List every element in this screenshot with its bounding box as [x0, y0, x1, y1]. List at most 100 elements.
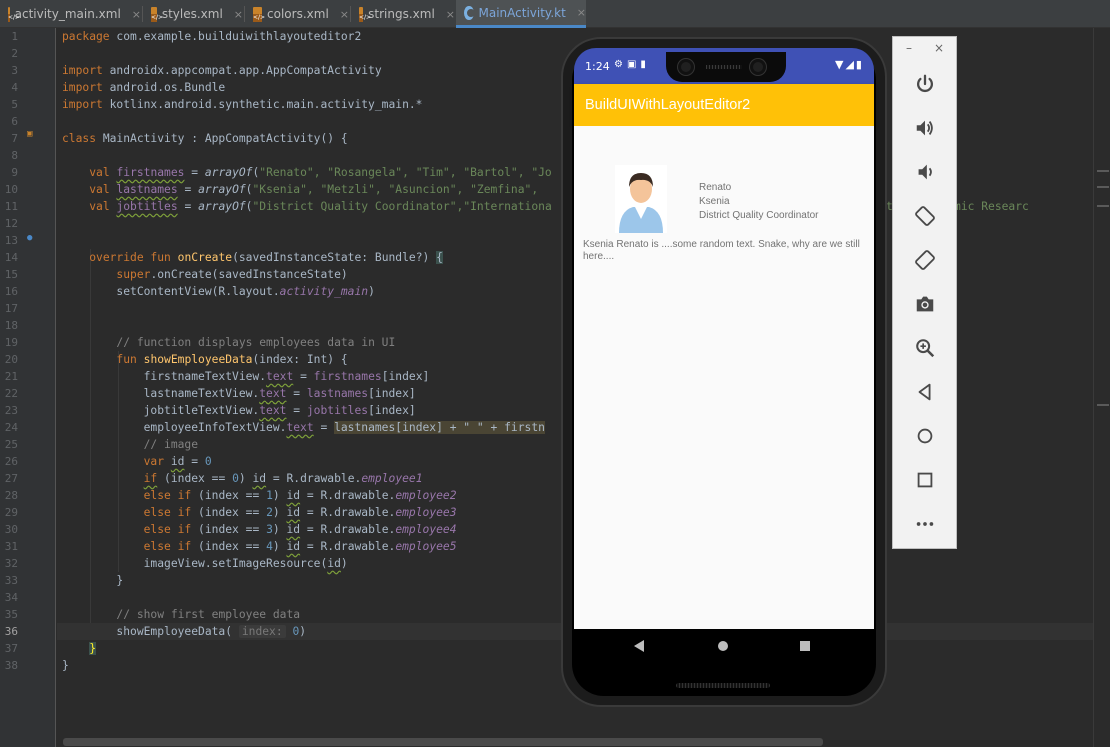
line-number: 28 [4, 489, 18, 502]
tab-label: MainActivity.kt [478, 5, 566, 20]
code-line-29: else if (index == 3) id = R.drawable.emp… [143, 523, 457, 536]
zoom-icon[interactable] [912, 335, 938, 361]
line-number: 35 [4, 608, 18, 621]
code-line-9: val firstnames = arrayOf("Renato", "Rosa… [89, 166, 552, 179]
emulator-control-panel: – × [892, 36, 957, 549]
minimize-icon[interactable]: – [906, 41, 912, 55]
close-tab-icon[interactable]: × [577, 6, 586, 19]
nav-back-icon[interactable] [634, 640, 644, 652]
nav-home-icon[interactable] [718, 641, 728, 651]
line-number: 29 [4, 506, 18, 519]
line-number: 30 [4, 523, 18, 536]
power-icon[interactable] [912, 71, 938, 97]
line-number: 5 [11, 98, 18, 111]
rotate-right-icon[interactable] [912, 247, 938, 273]
code-line-35: showEmployeeData( index: 0) [62, 625, 307, 638]
code-line-26: if (index == 0) id = R.drawable.employee… [143, 472, 423, 485]
app-action-bar: BuildUIWithLayoutEditor2 [574, 84, 874, 126]
close-tab-icon[interactable]: × [132, 8, 141, 21]
horizontal-scrollbar[interactable] [63, 738, 823, 746]
volume-up-icon[interactable] [912, 115, 938, 141]
xml-file-icon [8, 6, 10, 22]
code-line-10: val lastnames = arrayOf("Ksenia", "Metzl… [89, 183, 545, 196]
code-line-34: // show first employee data [116, 608, 301, 621]
firstname-text: Renato [699, 182, 732, 193]
error-stripe[interactable] [1093, 28, 1110, 747]
app-title: BuildUIWithLayoutEditor2 [585, 97, 751, 113]
line-number: 16 [4, 285, 18, 298]
code-line-27: else if (index == 1) id = R.drawable.emp… [143, 489, 457, 502]
line-number: 31 [4, 540, 18, 553]
editor-tab-bar: activity_main.xml × styles.xml × colors.… [0, 0, 1110, 28]
line-number: 7 [11, 132, 18, 145]
code-line-37: } [62, 659, 69, 672]
nav-recents-icon[interactable] [800, 641, 810, 651]
code-line-36: } [89, 642, 97, 655]
line-number: 10 [4, 183, 18, 196]
code-line-22: jobtitleTextView.text = jobtitles[index] [62, 404, 416, 417]
error-stripe-mark[interactable] [1097, 205, 1109, 207]
back-icon[interactable] [912, 379, 938, 405]
tab-activity-main-xml[interactable]: activity_main.xml × [0, 0, 141, 28]
more-icon[interactable] [912, 511, 938, 537]
jobtitle-text: District Quality Coordinator [699, 210, 819, 221]
line-number: 13 [4, 234, 18, 247]
device-notch [666, 52, 786, 82]
code-line-5: import kotlinx.android.synthetic.main.ac… [62, 98, 423, 111]
line-number: 3 [11, 64, 18, 77]
code-line-21: lastnameTextView.text = lastnames[index] [62, 387, 416, 400]
xml-file-icon [359, 6, 364, 22]
code-line-23: employeeInfoTextView.text = lastnames[in… [62, 421, 545, 434]
code-line-19: fun showEmployeeData(index: Int) { [116, 353, 348, 366]
close-tab-icon[interactable]: × [446, 8, 455, 21]
code-line-20: firstnameTextView.text = firstnames[inde… [62, 370, 430, 383]
line-number: 20 [4, 353, 18, 366]
code-line-1: package com.example.builduiwithlayoutedi… [62, 30, 362, 43]
tab-mainactivity-kt[interactable]: MainActivity.kt × [456, 0, 586, 28]
close-icon[interactable]: × [934, 41, 944, 55]
status-signal-battery-icons: ▼◢▮ [835, 58, 864, 71]
line-number-gutter[interactable]: 1 2 3 4 5 6 7 8 9 10 11 12 13 14 15 16 1… [0, 28, 56, 747]
tab-colors-xml[interactable]: colors.xml × [245, 0, 349, 28]
front-camera-icon [750, 59, 766, 75]
line-number: 32 [4, 557, 18, 570]
code-line-15: setContentView(R.layout.activity_main) [62, 285, 375, 298]
code-line-14: super.onCreate(savedInstanceState) [116, 268, 348, 281]
line-number: 24 [4, 421, 18, 434]
rotate-left-icon[interactable] [912, 203, 938, 229]
line-number: 37 [4, 642, 18, 655]
code-line-28: else if (index == 2) id = R.drawable.emp… [143, 506, 457, 519]
error-stripe-mark[interactable] [1097, 170, 1109, 172]
code-line-13: override fun onCreate(savedInstanceState… [89, 251, 443, 264]
line-number: 17 [4, 302, 18, 315]
code-line-25: var id = 0 [143, 455, 212, 468]
line-number-current: 36 [4, 625, 18, 638]
tab-label: strings.xml [368, 7, 435, 21]
camera-icon[interactable] [912, 291, 938, 317]
class-run-icon[interactable]: ▣ [27, 128, 32, 140]
kotlin-file-icon [464, 5, 475, 20]
overview-icon[interactable] [912, 467, 938, 493]
volume-down-icon[interactable] [912, 159, 938, 185]
code-line-32: } [62, 574, 124, 587]
override-method-icon[interactable]: ● [27, 232, 32, 244]
tab-styles-xml[interactable]: styles.xml × [143, 0, 243, 28]
line-number: 25 [4, 438, 18, 451]
line-number: 38 [4, 659, 18, 672]
status-time: 1:24 [585, 60, 610, 73]
close-tab-icon[interactable]: × [234, 8, 243, 21]
close-tab-icon[interactable]: × [340, 8, 349, 21]
line-number: 34 [4, 591, 18, 604]
home-icon[interactable] [912, 423, 938, 449]
error-stripe-mark[interactable] [1097, 404, 1109, 406]
tab-strings-xml[interactable]: strings.xml × [351, 0, 455, 28]
error-stripe-mark[interactable] [1097, 186, 1109, 188]
line-number: 8 [11, 149, 18, 162]
code-line-4: import android.os.Bundle [62, 81, 226, 94]
line-number: 4 [11, 81, 18, 94]
line-number: 15 [4, 268, 18, 281]
earpiece-speaker [706, 65, 742, 69]
employee-info-text: Ksenia Renato is ....some random text. S… [583, 239, 860, 262]
line-number: 1 [11, 30, 18, 43]
tab-label: styles.xml [161, 7, 223, 21]
